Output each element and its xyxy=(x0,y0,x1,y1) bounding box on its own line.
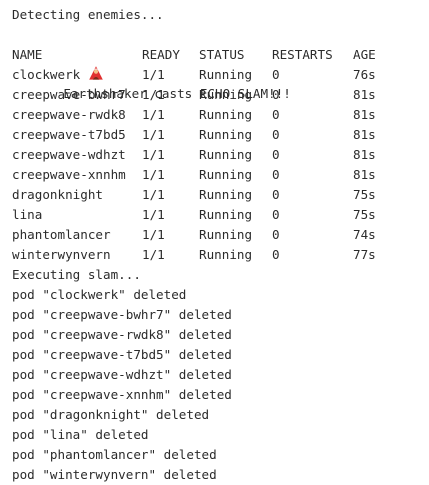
deleted-line: pod "winterwynvern" deleted xyxy=(12,467,217,482)
cell-ready: 1/1 xyxy=(142,167,165,182)
cell-restarts: 0 xyxy=(272,247,280,262)
table-row: creepwave-rwdk8 1/1 Running 0 81s xyxy=(12,105,393,125)
deleted-line: pod "dragonknight" deleted xyxy=(12,407,210,422)
cell-restarts: 0 xyxy=(272,127,280,142)
executing-line: Executing slam... xyxy=(12,267,141,282)
detecting-line: Detecting enemies... xyxy=(12,7,164,22)
cell-status: Running xyxy=(199,227,253,242)
cell-name: creepwave-xnnhm xyxy=(12,167,126,182)
deleted-line: pod "creepwave-bwhr7" deleted xyxy=(12,307,232,322)
cell-ready: 1/1 xyxy=(142,107,165,122)
cell-status: Running xyxy=(199,247,253,262)
cell-age: 81s xyxy=(353,127,376,142)
header-restarts: RESTARTS xyxy=(272,47,333,62)
deleted-line: pod "clockwerk" deleted xyxy=(12,287,187,302)
cell-restarts: 0 xyxy=(272,147,280,162)
cell-ready: 1/1 xyxy=(142,127,165,142)
cell-age: 75s xyxy=(353,187,376,202)
table-row: lina 1/1 Running 0 75s xyxy=(12,205,393,225)
deleted-line: pod "phantomlancer" deleted xyxy=(12,447,217,462)
cell-ready: 1/1 xyxy=(142,67,165,82)
cell-status: Running xyxy=(199,187,253,202)
cell-status: Running xyxy=(199,107,253,122)
cell-name: lina xyxy=(12,207,43,222)
table-row: clockwerk 1/1 Running 0 76s xyxy=(12,65,393,85)
cell-ready: 1/1 xyxy=(142,147,165,162)
table-row: creepwave-bwhr7 1/1 Running 0 81s xyxy=(12,85,393,105)
cell-ready: 1/1 xyxy=(142,227,165,242)
table-row: winterwynvern 1/1 Running 0 77s xyxy=(12,245,393,265)
deleted-line: pod "creepwave-wdhzt" deleted xyxy=(12,367,232,382)
table-row: dragonknight 1/1 Running 0 75s xyxy=(12,185,393,205)
cell-name: phantomlancer xyxy=(12,227,111,242)
cell-name: dragonknight xyxy=(12,187,103,202)
cell-status: Running xyxy=(199,207,253,222)
cell-name: creepwave-bwhr7 xyxy=(12,87,126,102)
cast-line: Earthshaker casts ECHO SLAM!!! xyxy=(12,25,429,101)
cell-ready: 1/1 xyxy=(142,187,165,202)
cell-age: 77s xyxy=(353,247,376,262)
cell-restarts: 0 xyxy=(272,207,280,222)
deleted-line: pod "creepwave-xnnhm" deleted xyxy=(12,387,232,402)
cell-age: 74s xyxy=(353,227,376,242)
cell-ready: 1/1 xyxy=(142,247,165,262)
cell-restarts: 0 xyxy=(272,187,280,202)
cell-ready: 1/1 xyxy=(142,207,165,222)
terminal-output: Detecting enemies... Earthshaker casts E… xyxy=(0,0,429,485)
table-row: creepwave-xnnhm 1/1 Running 0 81s xyxy=(12,165,393,185)
cell-restarts: 0 xyxy=(272,67,280,82)
earthshaker-icon xyxy=(42,45,103,80)
cell-age: 81s xyxy=(353,147,376,162)
header-age: AGE xyxy=(353,47,376,62)
cell-status: Running xyxy=(199,147,253,162)
cell-restarts: 0 xyxy=(272,107,280,122)
cell-age: 76s xyxy=(353,67,376,82)
cell-age: 81s xyxy=(353,87,376,102)
deleted-line: pod "creepwave-rwdk8" deleted xyxy=(12,327,232,342)
cell-age: 75s xyxy=(353,207,376,222)
cell-restarts: 0 xyxy=(272,167,280,182)
cell-name: winterwynvern xyxy=(12,247,111,262)
cell-name: clockwerk xyxy=(12,67,81,82)
table-row: phantomlancer 1/1 Running 0 74s xyxy=(12,225,393,245)
cell-age: 81s xyxy=(353,167,376,182)
cell-restarts: 0 xyxy=(272,227,280,242)
cell-name: creepwave-rwdk8 xyxy=(12,107,126,122)
table-row: creepwave-t7bd5 1/1 Running 0 81s xyxy=(12,125,393,145)
deleted-line: pod "creepwave-t7bd5" deleted xyxy=(12,347,232,362)
deleted-log: pod "clockwerk" deleted pod "creepwave-b… xyxy=(12,285,429,485)
cell-name: creepwave-t7bd5 xyxy=(12,127,126,142)
cell-name: creepwave-wdhzt xyxy=(12,147,126,162)
cell-status: Running xyxy=(199,127,253,142)
table-row: creepwave-wdhzt 1/1 Running 0 81s xyxy=(12,145,393,165)
cell-age: 81s xyxy=(353,107,376,122)
pods-table: NAME READY STATUS RESTARTS AGE clockwerk… xyxy=(12,45,393,265)
cell-status: Running xyxy=(199,67,253,82)
deleted-line: pod "lina" deleted xyxy=(12,427,149,442)
cell-status: Running xyxy=(199,167,253,182)
